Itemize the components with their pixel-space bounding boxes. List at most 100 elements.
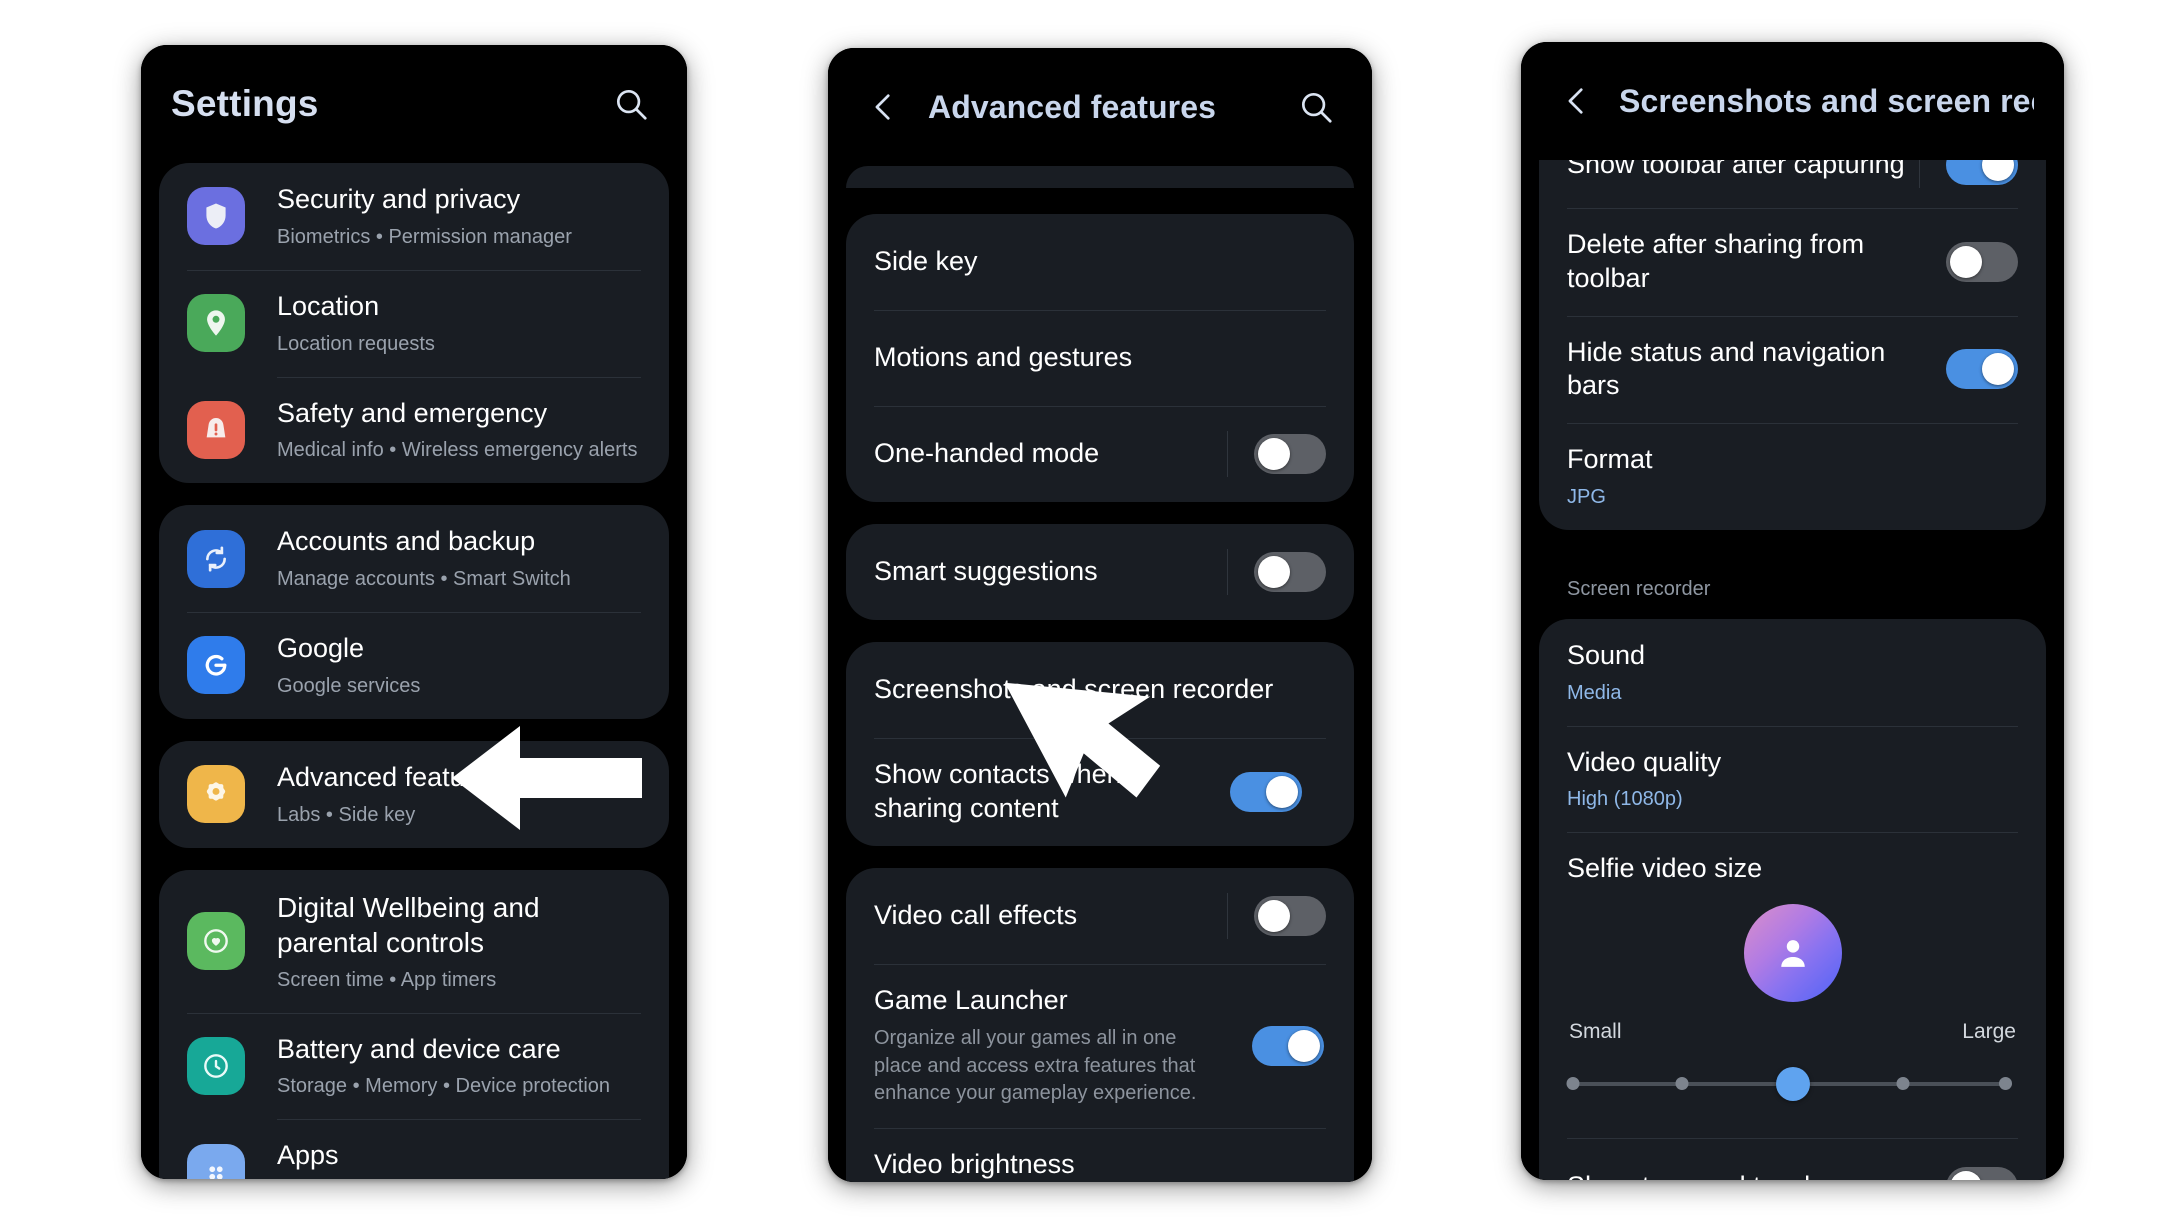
- toggle-divider: [1227, 431, 1228, 477]
- row-subtitle: Labs • Side key: [277, 803, 416, 826]
- advanced-appbar: Advanced features: [828, 48, 1372, 166]
- phone-panel-settings: Settings Security and privacy Biometrics…: [141, 45, 687, 1179]
- row-subtitle: Biometrics • Permission manager: [277, 225, 572, 248]
- list-item-screenshots-and-screen-recorder[interactable]: Screenshots and screen recorder: [846, 642, 1354, 738]
- list-item-show-contacts-when-sharing-content[interactable]: Show contacts when sharing content: [846, 738, 1354, 846]
- toggle-knob: [1982, 353, 2014, 386]
- row-text: Security and privacy Biometrics • Permis…: [277, 163, 641, 270]
- advanced-scroll-body[interactable]: Side key Motions and gestures One-handed…: [828, 166, 1372, 1182]
- list-item-smart-suggestions[interactable]: Smart suggestions: [846, 524, 1354, 620]
- wellbeing-heart-icon: [187, 912, 245, 970]
- search-icon[interactable]: [1290, 81, 1342, 133]
- sidebar-item-google[interactable]: Google Google services: [159, 612, 669, 719]
- selfie-size-slider[interactable]: [1566, 1064, 2018, 1104]
- google-g-icon: [187, 636, 245, 695]
- row-text: Battery and device care Storage • Memory…: [277, 1013, 641, 1120]
- list-item-show-taps-and-touches[interactable]: Show taps and touches: [1539, 1139, 2046, 1180]
- list-item-hide-status-and-navigation-bars[interactable]: Hide status and navigation bars: [1539, 315, 2046, 424]
- settings-group-1: Security and privacy Biometrics • Permis…: [159, 163, 669, 484]
- list-item-show-toolbar-after-capturing[interactable]: Show toolbar after capturing: [1539, 160, 2046, 208]
- list-item-video-quality[interactable]: Video quality High (1080p): [1539, 725, 2046, 833]
- screenrecorder-scroll-body[interactable]: Show toolbar after capturing Delete afte…: [1521, 160, 2064, 1180]
- toggle-knob: [1266, 775, 1298, 808]
- sidebar-item-digital-wellbeing[interactable]: Digital Wellbeing and parental controls …: [159, 870, 669, 1013]
- slider-tick[interactable]: [1999, 1077, 2012, 1090]
- sidebar-item-security-and-privacy[interactable]: Security and privacy Biometrics • Permis…: [159, 163, 669, 270]
- screenrecorder-group-top: Show toolbar after capturing Delete afte…: [1539, 160, 2046, 530]
- row-text: Show toolbar after capturing: [1567, 160, 1911, 202]
- list-item-video-brightness[interactable]: Video brightness Bright: [846, 1128, 1354, 1182]
- sidebar-item-battery-and-device-care[interactable]: Battery and device care Storage • Memory…: [159, 1012, 669, 1120]
- sidebar-item-apps[interactable]: Apps Default apps • App settings: [159, 1119, 669, 1179]
- page-title: Screenshots and screen reco...: [1619, 82, 2034, 119]
- toggle-knob: [1982, 160, 2014, 181]
- list-item-video-call-effects[interactable]: Video call effects: [846, 868, 1354, 964]
- sidebar-item-safety-and-emergency[interactable]: Safety and emergency Medical info • Wire…: [159, 376, 669, 484]
- row-title: Format: [1567, 444, 1653, 474]
- list-item-game-launcher[interactable]: Game Launcher Organize all your games al…: [846, 963, 1354, 1129]
- list-item-motions-and-gestures[interactable]: Motions and gestures: [846, 310, 1354, 406]
- toggle-hide-status-and-navigation-bars[interactable]: [1946, 349, 2018, 390]
- slider-thumb[interactable]: [1775, 1067, 1810, 1101]
- sidebar-item-accounts-and-backup[interactable]: Accounts and backup Manage accounts • Sm…: [159, 505, 669, 612]
- slider-tick[interactable]: [1675, 1077, 1689, 1090]
- advanced-features-screen: Advanced features Side key Motions and g…: [828, 48, 1372, 1182]
- row-text: Format JPG: [1567, 423, 2018, 530]
- row-text: Safety and emergency Medical info • Wire…: [277, 377, 641, 484]
- row-subtitle: Location requests: [277, 332, 435, 355]
- apps-grid-icon: [187, 1143, 245, 1179]
- toggle-one-handed-mode[interactable]: [1254, 434, 1326, 474]
- sidebar-item-location[interactable]: Location Location requests: [159, 269, 669, 377]
- toggle-game-launcher[interactable]: [1252, 1025, 1324, 1066]
- list-item-delete-after-sharing-from-toolbar[interactable]: Delete after sharing from toolbar: [1539, 208, 2046, 316]
- row-text: Accounts and backup Manage accounts • Sm…: [277, 505, 641, 612]
- toggle-knob: [1288, 1029, 1320, 1062]
- row-title: Accounts and backup: [277, 526, 536, 557]
- search-icon[interactable]: [605, 78, 657, 130]
- toggle-knob: [1950, 245, 1982, 278]
- row-text: Motions and gestures: [874, 321, 1326, 395]
- row-title: Apps: [277, 1140, 339, 1171]
- person-avatar-icon: [1743, 904, 1842, 1002]
- slider-tick[interactable]: [1896, 1077, 1910, 1090]
- sidebar-item-advanced-features[interactable]: Advanced features Labs • Side key: [159, 741, 669, 848]
- page-title: Settings: [171, 83, 319, 124]
- settings-appbar: Settings: [141, 45, 687, 163]
- sync-icon: [187, 529, 245, 588]
- row-subtitle: Storage • Memory • Device protection: [277, 1075, 611, 1098]
- section-header-screen-recorder: Screen recorder: [1567, 577, 1711, 600]
- toggle-show-contacts-when-sharing[interactable]: [1230, 771, 1302, 812]
- settings-group-2: Accounts and backup Manage accounts • Sm…: [159, 505, 669, 719]
- row-description: Organize all your games all in one place…: [874, 1027, 1197, 1105]
- chevron-left-icon[interactable]: [858, 81, 910, 133]
- toggle-show-taps-and-touches[interactable]: [1946, 1167, 2018, 1180]
- settings-scroll-body[interactable]: Security and privacy Biometrics • Permis…: [141, 163, 687, 1179]
- list-item-side-key[interactable]: Side key: [846, 214, 1354, 310]
- advanced-group-3: Screenshots and screen recorder Show con…: [846, 642, 1354, 846]
- row-text: Game Launcher Organize all your games al…: [874, 964, 1226, 1129]
- row-text: Show taps and touches: [1567, 1150, 1920, 1180]
- screenrecorder-group-bottom: Sound Media Video quality High (1080p) S…: [1539, 618, 2046, 1180]
- slider-max-label: Large: [1962, 1020, 2016, 1043]
- slider-tick[interactable]: [1566, 1077, 1580, 1090]
- list-item-sound[interactable]: Sound Media: [1539, 619, 2046, 726]
- list-item-format[interactable]: Format JPG: [1539, 423, 2046, 530]
- row-title: Hide status and navigation bars: [1567, 336, 1886, 401]
- settings-group-4: Digital Wellbeing and parental controls …: [159, 869, 669, 1179]
- toggle-smart-suggestions[interactable]: [1254, 552, 1326, 592]
- toggle-delete-after-sharing[interactable]: [1946, 241, 2018, 282]
- row-text: Location Location requests: [277, 270, 641, 377]
- list-item-one-handed-mode[interactable]: One-handed mode: [846, 406, 1354, 502]
- toggle-knob: [1258, 899, 1290, 932]
- settings-group-3: Advanced features Labs • Side key: [159, 740, 669, 848]
- advanced-gear-icon: [187, 765, 245, 824]
- toggle-show-toolbar-after-capturing[interactable]: [1946, 160, 2018, 185]
- chevron-left-icon[interactable]: [1551, 75, 1603, 127]
- toggle-video-call-effects[interactable]: [1254, 895, 1326, 936]
- row-text: Digital Wellbeing and parental controls …: [277, 870, 641, 1013]
- row-subtitle: JPG: [1567, 485, 1606, 508]
- row-title: Video quality: [1567, 746, 1722, 777]
- advanced-group-2: Smart suggestions: [846, 524, 1354, 620]
- row-title: Show contacts when sharing content: [874, 759, 1122, 823]
- row-text: Sound Media: [1567, 619, 2018, 726]
